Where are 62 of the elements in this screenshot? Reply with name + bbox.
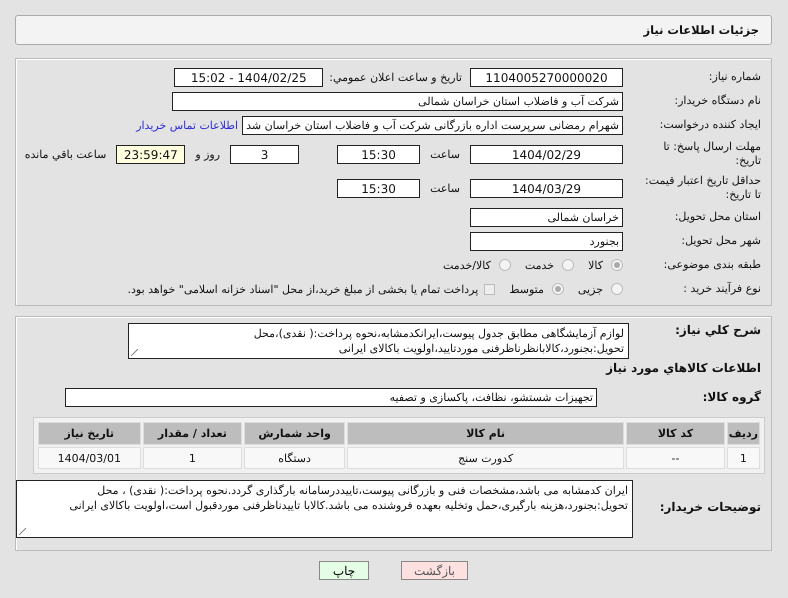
radio-label: کالا [588,258,603,272]
table-cell: دستگاه [244,447,345,469]
city-field: بجنورد [470,232,623,250]
field-label: شرح کلي نیاز: [674,323,762,337]
field-label: استان محل تحویل: [674,210,762,224]
table-cell: 1 [142,447,242,469]
requester-field: شهرام رمضانی سرپرست اداره بازرگانی شرکت آب و فاضلاب استان خراسان شد [242,116,623,134]
buyer-notes-textarea[interactable]: ایران کدمشابه می باشد،مشخصات فنی و بازرگانی پیوست،تاییددرسامانه بارگذاری گردد.نحوه پرداخت:( نقدی) ، محل تحویل:بجنورد،هزینه بارگیری،حمل وتخلیه بعهده فروشنده می باشد.کالابا تاییدناظرفنی موردقبول است،اولویت باکالای ایرانی [16,480,633,538]
section-heading: اطلاعات کالاهاي مورد نیاز [604,360,762,375]
radio-label: خدمت [524,258,554,272]
days-label: روز و [195,148,220,160]
table-cell: -- [626,447,725,469]
resize-grip-icon [131,349,138,356]
table-cell: کدورت سنج [347,447,624,469]
field-label: توضیحات خریدار: [658,499,762,514]
resize-grip-icon [19,528,26,535]
column-header: نام کالا [347,422,624,445]
radio-label: جزیی [578,282,603,296]
page-title: جزئیات اطلاعات نیاز [643,23,759,37]
need-number-field: 1104005270000020 [470,68,623,86]
column-header: تعداد / مقدار [142,422,242,445]
province-field: خراسان شمالی [470,208,623,226]
deadline-time-field: 15:30 [337,144,420,164]
column-header: ردیف [726,422,760,445]
field-label: نوع فرآیند خرید : [682,282,762,296]
time-label: ساعت [430,182,460,194]
buyer-contact-link[interactable]: اطلاعات تماس خریدار [136,118,238,132]
column-header: واحد شمارش [244,422,345,445]
field-label: تاریخ و ساعت اعلان عمومي: [329,70,462,84]
radio-button[interactable] [498,259,511,271]
radio-button[interactable] [611,283,623,295]
time-label: ساعت [430,148,460,160]
validity-date-field: 1404/03/29 [470,178,623,198]
radio-button[interactable] [552,283,564,295]
table-cell: 1404/03/01 [38,447,141,469]
print-button[interactable]: چاپ [319,561,369,580]
radio-label: متوسط [509,282,544,296]
buyer-name-field: شرکت آب و فاضلاب استان خراسان شمالی [172,92,623,110]
field-label: طبقه بندی موضوعی: [662,258,762,272]
field-label: مهلت ارسال پاسخ: تا تاریخ: [662,140,762,168]
description-textarea[interactable]: لوازم آزمایشگاهی مطابق جدول پیوست،ایرانکدمشابه،نحوه پرداخت:( نقدی)،محل تحویل:بجنورد،کالابانظرناظرفنی موردتایید،اولویت باکالای ایرانی [128,323,629,359]
field-label: گروه کالا: [702,390,762,404]
remaining-time-field: 23:59:47 [116,144,186,164]
field-label: نام دستگاه خریدار: [673,94,762,108]
radio-button[interactable] [562,259,574,271]
column-header: کد کالا [626,422,725,445]
field-label: شماره نیاز: [708,70,762,84]
deadline-date-field: 1404/02/29 [470,144,623,164]
checkbox-label: پرداخت تمام یا بخشی از مبلغ خرید،از محل "اسناد خزانه اسلامی" خواهد بود. [128,282,478,296]
field-label: شهر محل تحویل: [680,234,762,248]
radio-label: کالا/خدمت [443,258,491,272]
announce-date-field: 1404/02/25 - 15:02 [174,68,324,86]
table-cell: 1 [726,447,760,469]
radio-button[interactable] [611,259,623,271]
back-button[interactable]: بازگشت [401,561,468,580]
validity-time-field: 15:30 [337,178,420,198]
field-label: ایجاد کننده درخواست: [658,118,762,132]
column-header: تاریخ نیاز [38,422,141,445]
remaining-label: ساعت باقي مانده [24,148,106,160]
field-label: حداقل تاریخ اعتبار قیمت: تا تاریخ: [644,174,762,202]
days-field: 3 [230,144,300,164]
goods-group-field: تجهیزات شستشو، نظافت، پاکسازی و تصفیه [65,388,597,406]
